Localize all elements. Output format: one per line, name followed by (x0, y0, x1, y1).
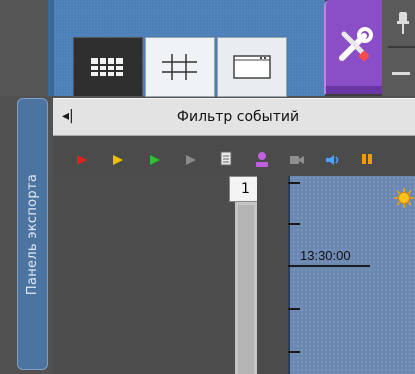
tools-button[interactable] (324, 0, 382, 94)
timeline-tick (288, 308, 300, 310)
cross-layout-button[interactable] (145, 37, 215, 97)
top-left-background (0, 0, 48, 96)
sun-icon (394, 188, 414, 208)
grid-layout-button[interactable] (73, 37, 143, 97)
timeline-tick (288, 223, 300, 225)
single-window-button[interactable] (217, 37, 287, 97)
camera-scrollbar-thumb[interactable] (238, 205, 254, 374)
grid-layout-icon (91, 58, 123, 76)
timeline-border (288, 176, 290, 374)
export-panel-label: Панель экспорта (25, 173, 41, 295)
play-red-icon[interactable] (75, 154, 89, 166)
export-panel-label-wrap: Панель экспорта (14, 100, 51, 368)
camera-number-text: 1 (241, 181, 250, 197)
speaker-icon[interactable] (325, 154, 341, 166)
camera-icon[interactable] (289, 154, 305, 166)
pause-orange-icon[interactable] (360, 152, 374, 166)
tools-icon (339, 27, 373, 62)
timeline-tick (288, 182, 300, 184)
cross-layout-icon (162, 54, 197, 80)
play-gray-icon[interactable] (184, 154, 198, 166)
play-green-icon[interactable] (148, 154, 162, 166)
timeline-time-label: 13:30:00 (300, 248, 351, 263)
collapse-panel-icon[interactable]: ◂| (62, 108, 74, 124)
document-icon[interactable] (219, 151, 233, 167)
pin-icon[interactable] (396, 10, 410, 36)
user-icon[interactable] (254, 150, 270, 168)
timeline-gap (257, 176, 288, 374)
controls-separator (388, 46, 415, 48)
minimize-icon[interactable] (392, 72, 410, 75)
play-yellow-icon[interactable] (111, 154, 125, 166)
filter-panel-title: Фильтр событий (53, 98, 415, 136)
collapse-glyph: ◂| (62, 108, 74, 124)
timeline-major-tick (288, 265, 370, 267)
single-window-icon (233, 55, 271, 79)
filter-panel-title-text: Фильтр событий (176, 109, 300, 125)
timeline-tick (288, 351, 300, 353)
layout-bar-shadow (48, 0, 54, 96)
